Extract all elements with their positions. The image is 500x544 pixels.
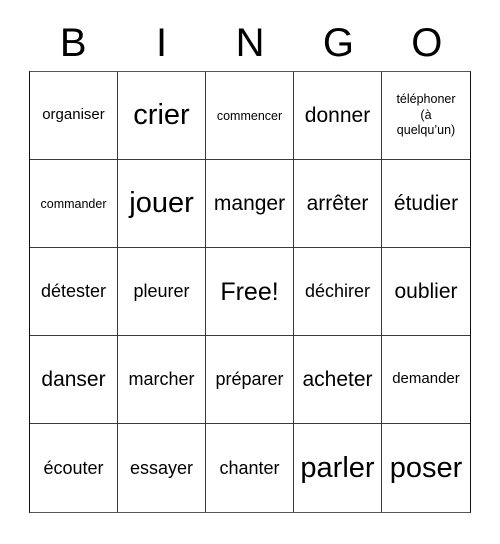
bingo-cell-text: pleurer [133,281,190,302]
bingo-cell-r4c3[interactable]: préparer [206,336,294,424]
bingo-cell-r2c2[interactable]: jouer [118,160,206,248]
bingo-cell-r5c4[interactable]: parler [294,424,382,512]
bingo-cell-text: danser [41,367,106,391]
bingo-cell-r4c5[interactable]: demander [382,336,470,424]
bingo-cell-text: téléphoner (à quelqu’un) [396,92,456,138]
bingo-cell-text: chanter [219,457,280,478]
bingo-cell-r1c4[interactable]: donner [294,72,382,160]
bingo-cell-text: parler [300,451,375,484]
bingo-cell-r1c2[interactable]: crier [118,72,206,160]
bingo-cell-r2c3[interactable]: manger [206,160,294,248]
bingo-cell-r1c5[interactable]: téléphoner (à quelqu’un) [382,72,470,160]
header-letter-g: G [322,21,354,65]
bingo-cell-text: arrêter [306,191,369,215]
bingo-cell-text: préparer [215,369,284,390]
bingo-cell-text: manger [213,191,286,215]
bingo-cell-text: commander [40,196,107,211]
header-letter-i: I [156,21,168,65]
bingo-cell-text: marcher [128,369,195,390]
bingo-cell-text: acheter [302,367,373,391]
header-letter-b: B [59,21,87,65]
bingo-cell-r2c4[interactable]: arrêter [294,160,382,248]
bingo-grid: organiser crier commencer donner télépho… [29,71,471,513]
bingo-cell-text: poser [389,451,463,484]
bingo-cell-text: jouer [129,187,194,220]
bingo-cell-r2c5[interactable]: étudier [382,160,470,248]
bingo-cell-r4c1[interactable]: danser [30,336,118,424]
bingo-cell-r3c4[interactable]: déchirer [294,248,382,336]
bingo-cell-r5c1[interactable]: écouter [30,424,118,512]
bingo-cell-text: détester [40,281,107,302]
bingo-cell-r5c5[interactable]: poser [382,424,470,512]
bingo-cell-text: écouter [43,457,104,478]
bingo-cell-text: déchirer [304,281,371,302]
bingo-cell-r1c1[interactable]: organiser [30,72,118,160]
bingo-cell-text: commencer [216,108,283,123]
bingo-cell-r3c2[interactable]: pleurer [118,248,206,336]
bingo-cell-text: donner [304,103,371,127]
bingo-header: B I N G O [29,18,471,68]
bingo-cell-text: étudier [393,191,459,215]
bingo-cell-text: organiser [42,106,105,124]
bingo-cell-r4c4[interactable]: acheter [294,336,382,424]
bingo-card: B I N G O organiser crier commencer donn… [0,0,500,544]
bingo-cell-free-space[interactable]: Free! [206,248,294,336]
bingo-cell-text: essayer [129,457,194,478]
bingo-cell-r1c3[interactable]: commencer [206,72,294,160]
header-letter-o: O [411,21,443,65]
bingo-cell-text: crier [133,99,190,132]
bingo-cell-r4c2[interactable]: marcher [118,336,206,424]
bingo-cell-r3c1[interactable]: détester [30,248,118,336]
header-letter-n: N [235,21,265,65]
bingo-cell-text: oublier [394,279,458,303]
bingo-cell-r3c5[interactable]: oublier [382,248,470,336]
bingo-cell-text: demander [392,370,460,388]
bingo-cell-r2c1[interactable]: commander [30,160,118,248]
free-space-text: Free! [220,277,279,306]
bingo-cell-r5c3[interactable]: chanter [206,424,294,512]
bingo-cell-r5c2[interactable]: essayer [118,424,206,512]
